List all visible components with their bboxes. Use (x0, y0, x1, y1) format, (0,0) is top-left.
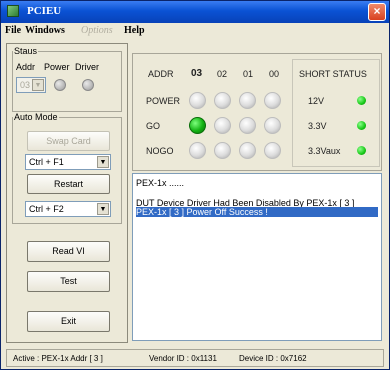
lamp-go-02 (214, 117, 231, 134)
auto-mode-legend: Auto Mode (14, 112, 58, 122)
driver-label: Driver (75, 62, 99, 72)
menu-help[interactable]: Help (124, 25, 145, 36)
row-label-power: POWER (146, 96, 181, 106)
slot-header-00: 00 (269, 69, 280, 79)
main-window: PCIEU × File Windows Options Help Staus … (0, 0, 390, 370)
addr-select[interactable]: 03 ▼ (16, 77, 46, 93)
chevron-down-icon[interactable]: ▼ (97, 156, 109, 168)
menu-options[interactable]: Options (81, 25, 113, 36)
chevron-down-icon[interactable]: ▼ (97, 203, 109, 215)
swap-key-value: Ctrl + F1 (29, 157, 64, 167)
read-vi-button[interactable]: Read VI (27, 241, 110, 262)
volt-label-3v3: 3.3V (308, 121, 327, 131)
status-dot-3v3aux (357, 146, 366, 155)
volt-label-12v: 12V (308, 96, 325, 106)
log-listbox[interactable]: PEX-1x ...... DUT Device Driver Had Been… (132, 173, 382, 341)
status-vendor-id: Vendor ID : 0x1131 (149, 354, 217, 363)
power-label: Power (44, 62, 70, 72)
lamp-nogo-02 (214, 142, 231, 159)
slot-header-03: 03 (191, 68, 203, 79)
status-dot-3v3 (357, 121, 366, 130)
log-line-selected[interactable]: PEX-1x [ 3 ] Power Off Success ! (136, 207, 378, 217)
swap-card-button[interactable]: Swap Card (27, 131, 110, 151)
addr-select-value: 03 (20, 80, 31, 90)
test-button[interactable]: Test (27, 271, 110, 292)
app-icon (7, 5, 19, 17)
lamp-nogo-03 (189, 142, 206, 159)
addr-label: Addr (16, 62, 36, 72)
chevron-down-icon[interactable]: ▼ (32, 79, 44, 91)
menu-file[interactable]: File (5, 25, 21, 36)
restart-key-value: Ctrl + F2 (29, 204, 64, 214)
status-device-id: Device ID : 0x7162 (239, 354, 307, 363)
power-indicator (54, 79, 66, 91)
driver-indicator (82, 79, 94, 91)
slot-addr-label: ADDR (148, 69, 174, 79)
lamp-go-01 (239, 117, 256, 134)
swap-key-select[interactable]: Ctrl + F1 ▼ (25, 154, 111, 170)
status-bar: Active : PEX-1x Addr [ 3 ] Vendor ID : 0… (6, 349, 384, 367)
status-active: Active : PEX-1x Addr [ 3 ] (13, 354, 103, 363)
slot-header-02: 02 (217, 69, 228, 79)
left-control-panel: Staus Addr Power Driver 03 ▼ Auto Mode S… (6, 43, 128, 343)
row-label-go: GO (146, 121, 161, 131)
close-icon[interactable]: × (368, 3, 386, 21)
lamp-power-00 (264, 92, 281, 109)
lamp-go-00 (264, 117, 281, 134)
restart-key-select[interactable]: Ctrl + F2 ▼ (25, 201, 111, 217)
lamp-nogo-00 (264, 142, 281, 159)
slot-header-01: 01 (243, 69, 254, 79)
short-status-title: SHORT STATUS (299, 69, 367, 79)
lamp-nogo-01 (239, 142, 256, 159)
status-group-legend: Staus (14, 46, 38, 56)
exit-button[interactable]: Exit (27, 311, 110, 332)
restart-button[interactable]: Restart (27, 174, 110, 194)
status-dot-12v (357, 96, 366, 105)
menu-bar: File Windows Options Help (1, 23, 389, 39)
lamp-power-01 (239, 92, 256, 109)
log-line[interactable]: PEX-1x ...... (136, 178, 184, 188)
menu-windows[interactable]: Windows (25, 25, 65, 36)
lamp-power-02 (214, 92, 231, 109)
lamp-go-03 (189, 117, 206, 134)
window-title: PCIEU (27, 5, 62, 17)
title-bar[interactable]: PCIEU × (1, 1, 389, 23)
lamp-power-03 (189, 92, 206, 109)
volt-label-3v3aux: 3.3Vaux (308, 146, 341, 156)
row-label-nogo: NOGO (146, 146, 174, 156)
